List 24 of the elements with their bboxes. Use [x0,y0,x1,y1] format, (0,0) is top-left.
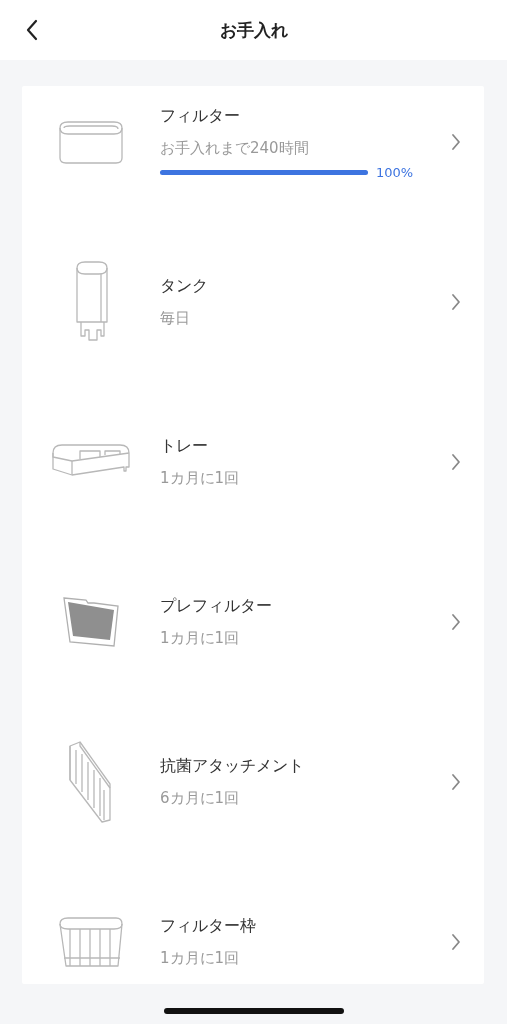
item-title: 抗菌アタッチメント [160,755,305,777]
filter-icon [56,118,126,166]
item-schedule: 1カ月に1回 [160,468,241,489]
chevron-right-icon[interactable] [451,933,461,951]
chevron-right-icon[interactable] [451,453,461,471]
chevron-right-icon[interactable] [451,613,461,631]
item-title: フィルター [160,104,241,127]
pre-filter-icon [60,596,122,648]
filter-frame-icon [56,914,126,970]
item-schedule: お手入れまで240時間 [160,137,310,159]
item-schedule: 1カ月に1回 [160,948,241,969]
chevron-right-icon[interactable] [451,773,461,791]
back-icon [25,19,39,41]
item-schedule: 毎日 [160,308,191,329]
item-title: プレフィルター [160,595,273,617]
item-schedule: 6カ月に1回 [160,788,241,809]
item-title: フィルター枠 [160,915,257,937]
chevron-right-icon[interactable] [451,133,461,151]
item-title: トレー [160,435,209,457]
progress-percent: 100% [376,164,414,180]
chevron-right-icon[interactable] [451,293,461,311]
item-title: タンク [160,275,209,297]
item-schedule: 1カ月に1回 [160,628,241,649]
page-title: お手入れ [219,18,288,42]
